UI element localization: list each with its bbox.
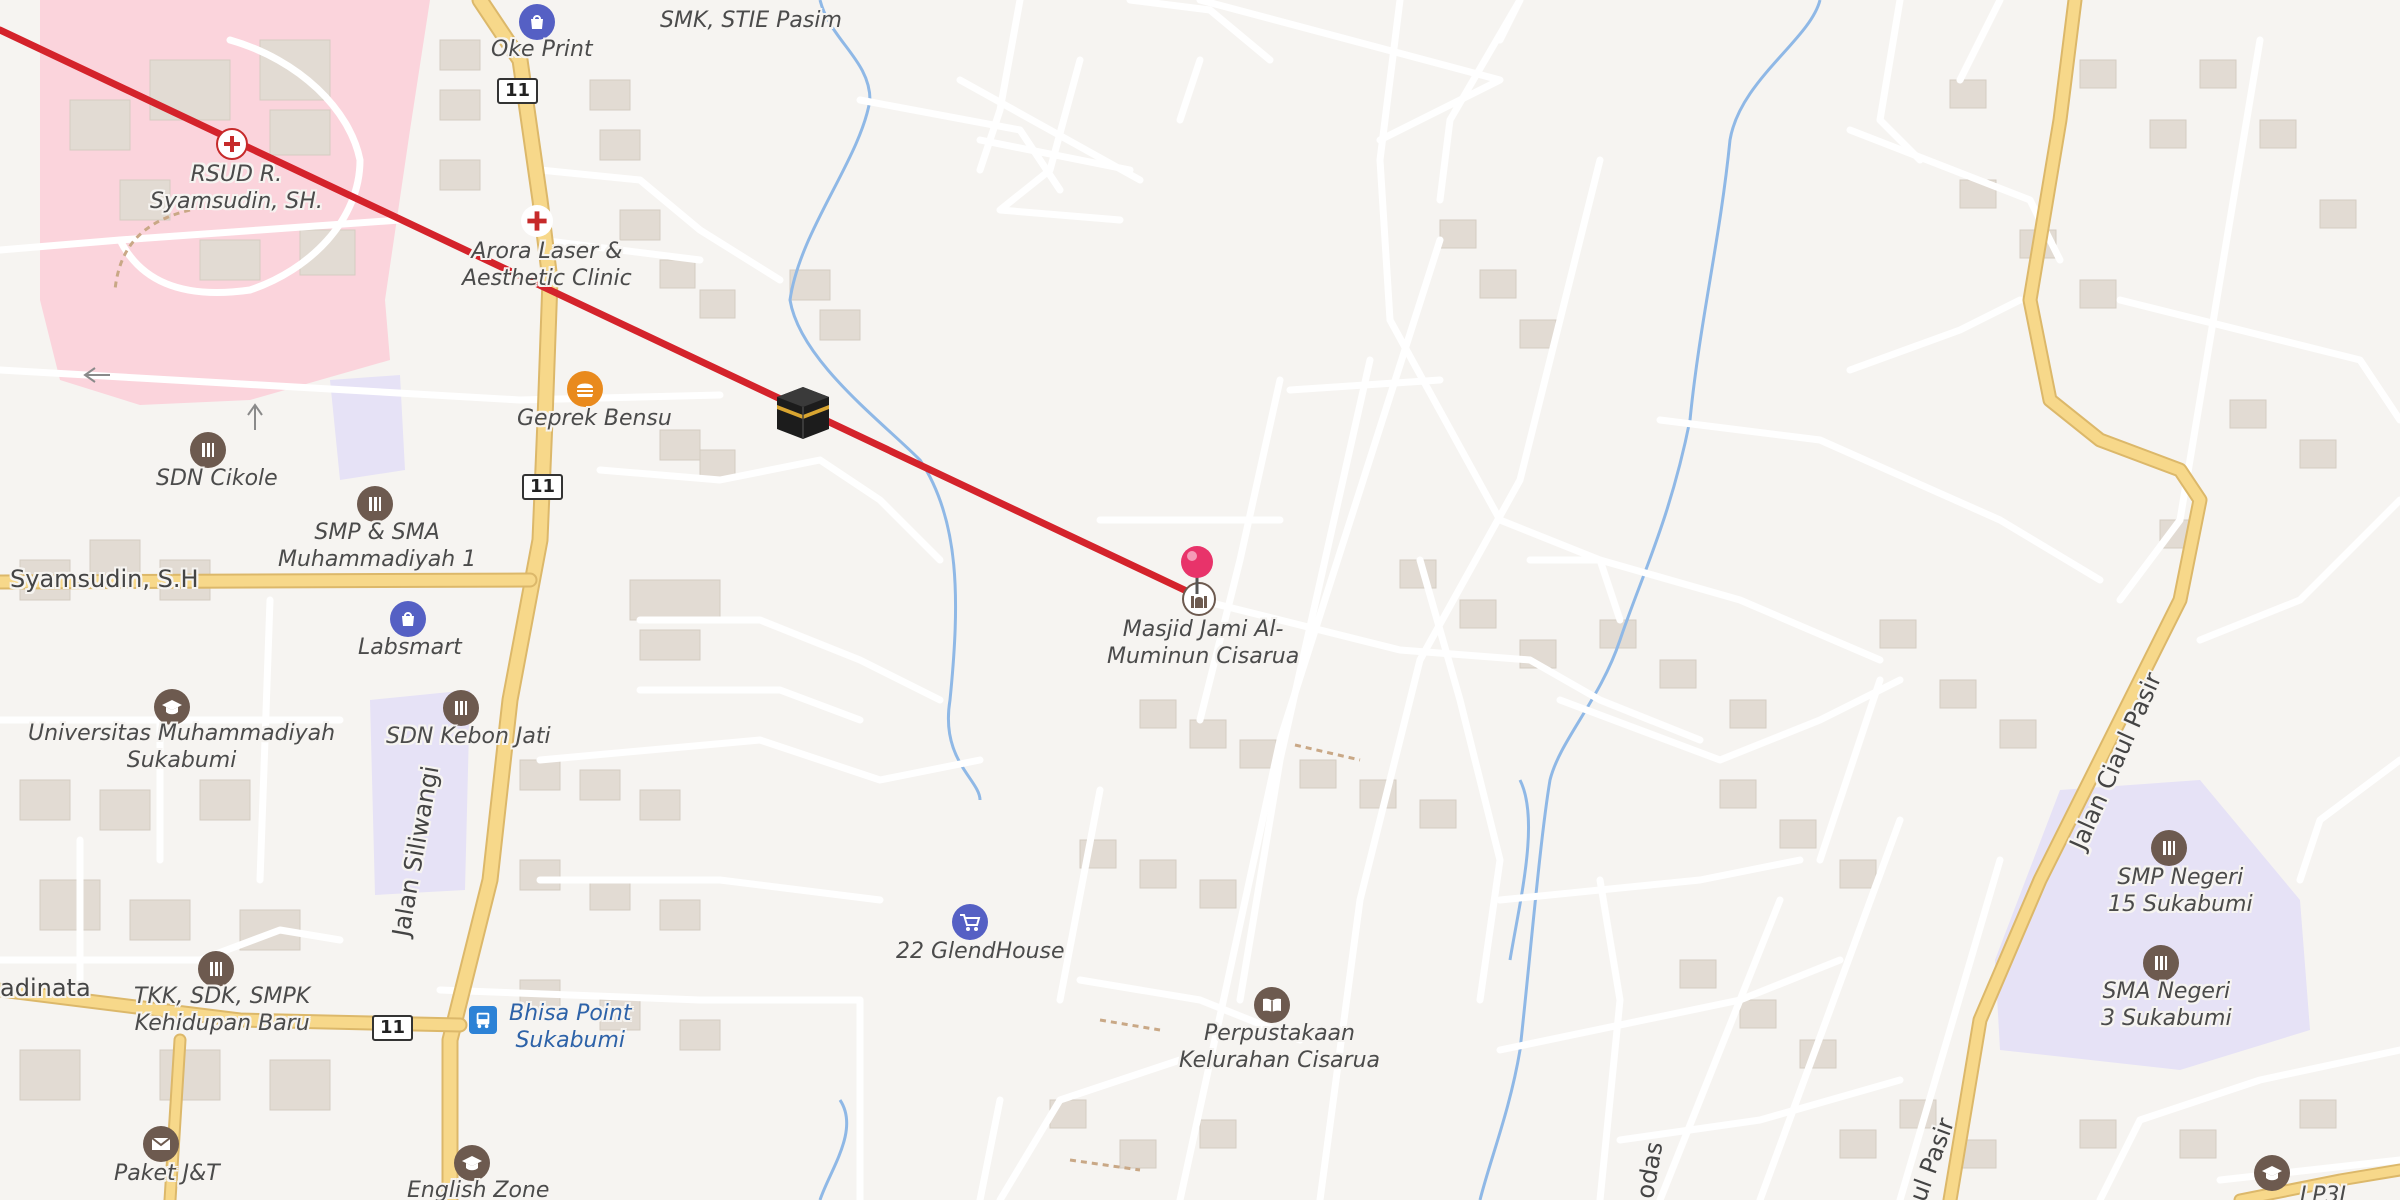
school-icon[interactable] (2151, 830, 2187, 866)
graduation-cap-icon[interactable] (454, 1145, 490, 1181)
place-label-tkk: TKK, SDK, SMPK Kehidupan Baru (134, 984, 311, 1036)
place-label-rsud: RSUD R. Syamsudin, SH. (150, 162, 323, 214)
place-label-sdn-kebon-jati: SDN Kebon Jati (386, 724, 551, 749)
place-label-smp-sma-muh: SMP & SMA Muhammadiyah 1 (278, 520, 477, 572)
place-label-glendhouse: 22 GlendHouse (896, 939, 1065, 964)
road-label-syamsudin: Syamsudin, S.H (10, 565, 199, 593)
place-label-smp15: SMP Negeri 15 Sukabumi (2108, 865, 2253, 917)
place-label-oke-print: Oke Print (491, 37, 593, 62)
place-label-labsmart: Labsmart (358, 635, 462, 660)
book-icon[interactable] (1254, 987, 1290, 1023)
place-label-paket: Paket J&T (114, 1161, 220, 1186)
bus-stop-icon[interactable] (469, 1006, 497, 1034)
place-label-english-zone: English Zone (407, 1178, 550, 1200)
location-pin-icon[interactable] (1179, 544, 1215, 596)
school-icon[interactable] (198, 951, 234, 987)
place-label-stie: SMK, STIE Pasim (660, 8, 842, 33)
place-label-lp3i: LP3I (2300, 1183, 2347, 1200)
clinic-icon[interactable] (521, 205, 553, 237)
place-label-masjid: Masjid Jami Al- Muminun Cisarua (1107, 617, 1300, 669)
road-shield: 11 (497, 78, 539, 104)
place-label-sdn-cikole: SDN Cikole (156, 466, 278, 491)
kaaba-icon[interactable] (775, 383, 831, 441)
road-shield: 11 (522, 474, 564, 500)
school-icon[interactable] (357, 486, 393, 522)
road-shield: 11 (372, 1015, 414, 1041)
shopping-cart-icon[interactable] (952, 904, 988, 940)
place-label-geprek: Geprek Bensu (517, 406, 672, 431)
shopping-bag-icon[interactable] (390, 601, 426, 637)
place-label-sma3: SMA Negeri 3 Sukabumi (2101, 979, 2232, 1031)
road-label-adinata: adinata (0, 974, 91, 1002)
envelope-icon[interactable] (143, 1126, 179, 1162)
burger-icon[interactable] (567, 371, 603, 407)
school-icon[interactable] (190, 432, 226, 468)
school-icon[interactable] (443, 690, 479, 726)
shopping-bag-icon[interactable] (519, 4, 555, 40)
graduation-cap-icon[interactable] (2254, 1155, 2290, 1191)
place-label-arora: Arora Laser & Aesthetic Clinic (462, 239, 632, 291)
place-label-bhisa: Bhisa Point Sukabumi (509, 1001, 632, 1053)
place-label-perpustakaan: Perpustakaan Kelurahan Cisarua (1179, 1021, 1381, 1073)
school-icon[interactable] (2143, 945, 2179, 981)
place-label-univ-muh: Universitas Muhammadiyah Sukabumi (28, 721, 336, 773)
hospital-icon[interactable] (216, 128, 248, 160)
map-canvas[interactable]: 11 11 11 SMK, STIE Pasim Oke Print RSUD … (0, 0, 2400, 1200)
